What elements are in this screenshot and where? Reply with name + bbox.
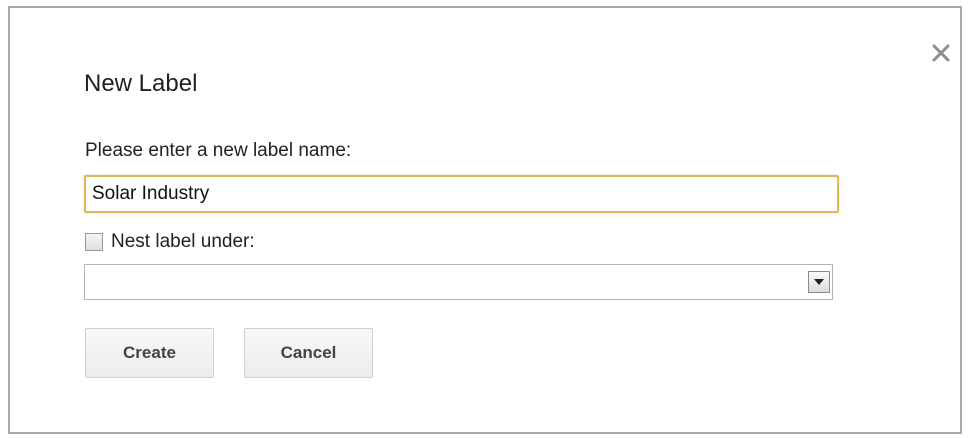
parent-label-select[interactable] (84, 264, 833, 300)
nest-label-checkbox[interactable] (85, 233, 103, 251)
nest-label-text[interactable]: Nest label under: (111, 231, 255, 253)
cancel-button[interactable]: Cancel (244, 328, 373, 378)
dialog-title: New Label (84, 70, 198, 97)
close-icon[interactable] (928, 40, 954, 66)
create-button[interactable]: Create (85, 328, 214, 378)
chevron-down-icon[interactable] (808, 271, 830, 293)
nest-label-row: Nest label under: (85, 230, 255, 254)
label-name-prompt: Please enter a new label name: (85, 140, 352, 161)
label-name-input[interactable] (84, 175, 839, 213)
